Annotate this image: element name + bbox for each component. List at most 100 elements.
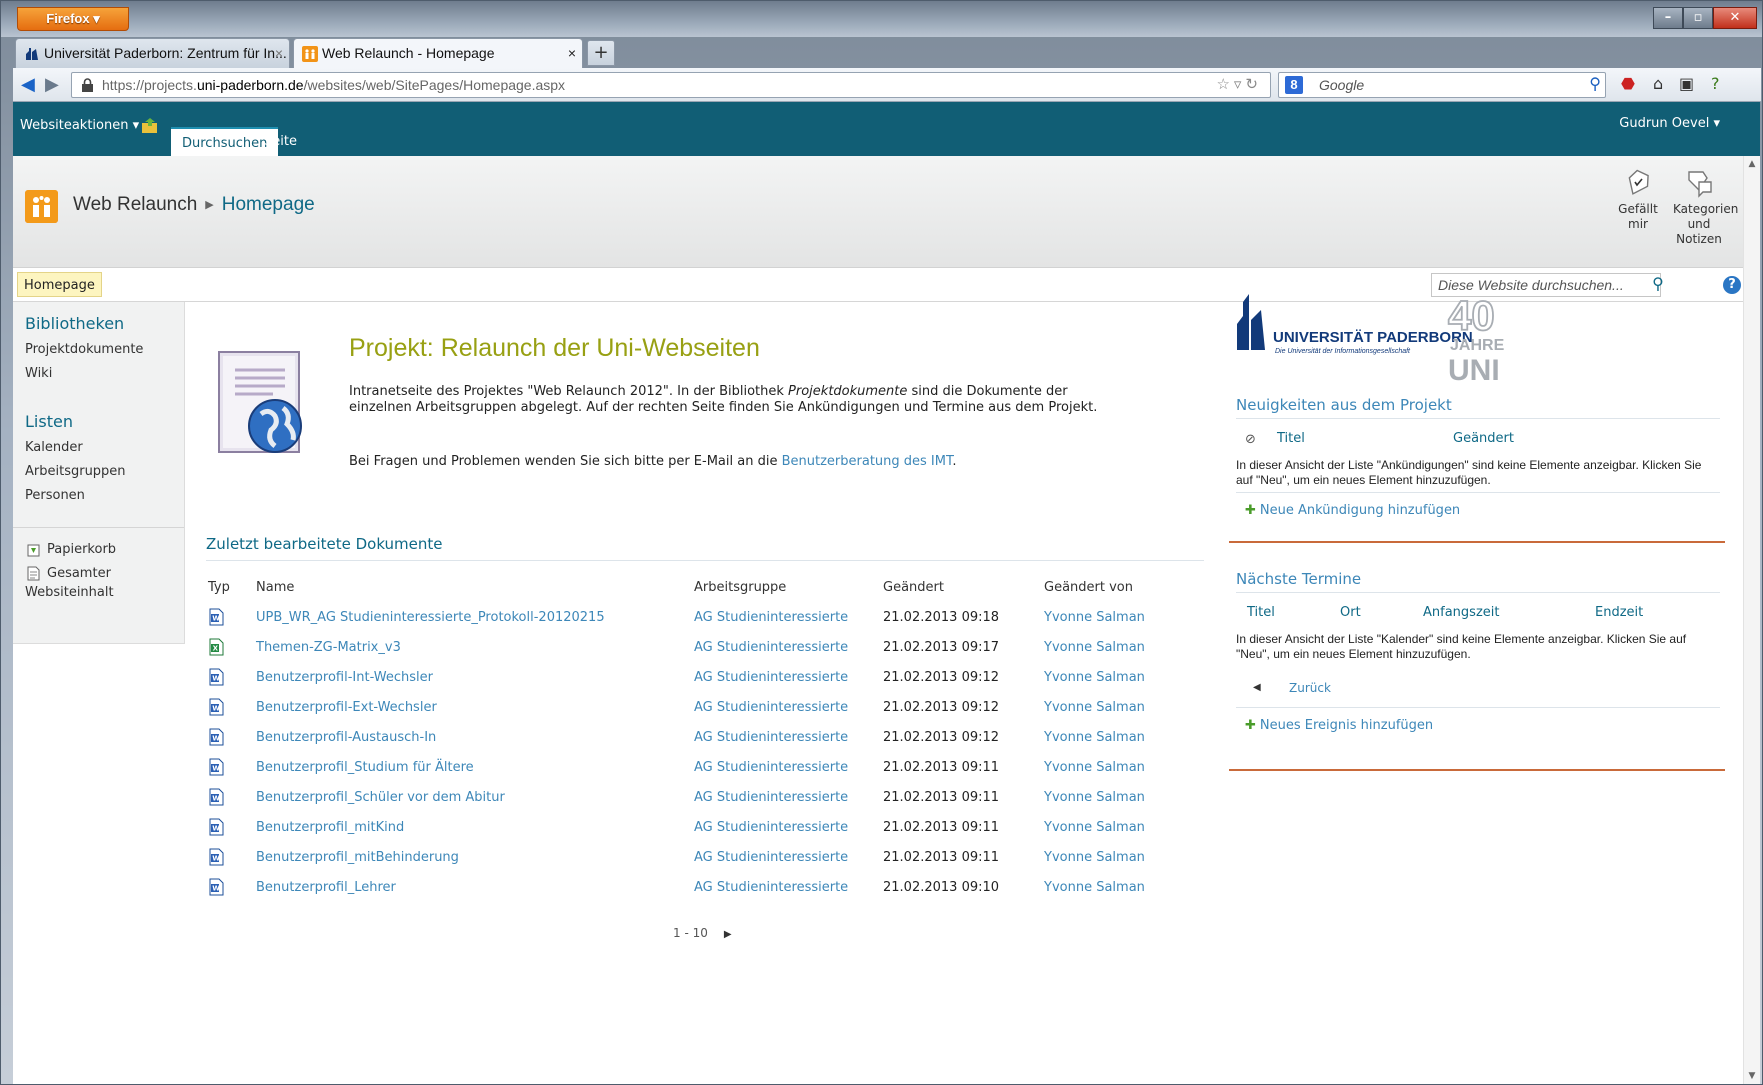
bookmarks-icon[interactable]: ▣	[1679, 74, 1694, 96]
doc-group-link[interactable]: AG Studieninteressierte	[692, 722, 881, 752]
events-column-location[interactable]: Ort	[1340, 605, 1361, 620]
tab-uni-paderborn[interactable]: Universität Paderborn: Zentrum für In...…	[15, 38, 290, 68]
next-page-icon[interactable]: ▶	[724, 929, 732, 940]
back-arrow-icon[interactable]: ◀	[21, 74, 35, 95]
doc-name-link[interactable]: Benutzerprofil-Ext-Wechsler	[254, 692, 692, 722]
doc-group-link[interactable]: AG Studieninteressierte	[692, 632, 881, 662]
events-column-end[interactable]: Endzeit	[1595, 605, 1643, 620]
doc-modified-by-link[interactable]: Yvonne Salman	[1042, 722, 1204, 752]
doc-name-link[interactable]: Benutzerprofil_Schüler vor dem Abitur	[254, 782, 692, 812]
close-icon[interactable]: ×	[568, 39, 576, 68]
column-header-type[interactable]: Typ	[206, 572, 254, 602]
doc-group-link[interactable]: AG Studieninteressierte	[692, 782, 881, 812]
doc-group-link[interactable]: AG Studieninteressierte	[692, 692, 881, 722]
ql-heading-lists[interactable]: Listen	[25, 412, 73, 431]
adblock-icon[interactable]: ⬣	[1621, 74, 1635, 96]
doc-type-cell[interactable]: W	[206, 752, 254, 782]
doc-group-link[interactable]: AG Studieninteressierte	[692, 812, 881, 842]
news-column-modified[interactable]: Geändert	[1453, 431, 1514, 446]
ql-item-personen[interactable]: Personen	[25, 488, 85, 503]
search-icon[interactable]: ⚲	[1647, 273, 1669, 297]
user-menu[interactable]: Gudrun Oevel ▾	[1619, 116, 1720, 131]
new-tab-button[interactable]: +	[587, 40, 615, 66]
events-column-start[interactable]: Anfangszeit	[1423, 605, 1499, 620]
scroll-up-icon[interactable]: ▲	[1744, 156, 1760, 172]
doc-name-link[interactable]: UPB_WR_AG Studieninteressierte_Protokoll…	[254, 602, 692, 632]
ql-heading-libraries[interactable]: Bibliotheken	[25, 314, 124, 333]
search-icon[interactable]: ⚲	[1589, 73, 1601, 97]
recent-docs-title[interactable]: Zuletzt bearbeitete Dokumente	[206, 535, 443, 553]
forward-arrow-icon[interactable]: ▶	[45, 74, 59, 95]
close-icon[interactable]: ×	[275, 39, 283, 68]
doc-modified-by-link[interactable]: Yvonne Salman	[1042, 692, 1204, 722]
doc-type-cell[interactable]: W	[206, 602, 254, 632]
nav-item-homepage[interactable]: Homepage	[17, 272, 102, 297]
doc-modified-by-link[interactable]: Yvonne Salman	[1042, 872, 1204, 902]
doc-group-link[interactable]: AG Studieninteressierte	[692, 872, 881, 902]
doc-group-link[interactable]: AG Studieninteressierte	[692, 662, 881, 692]
doc-name-link[interactable]: Benutzerprofil-Int-Wechsler	[254, 662, 692, 692]
doc-modified-by-link[interactable]: Yvonne Salman	[1042, 662, 1204, 692]
scroll-down-icon[interactable]: ▼	[1744, 1068, 1760, 1084]
breadcrumb-site[interactable]: Web Relaunch	[73, 194, 197, 215]
ql-item-websiteinhalt[interactable]: Websiteinhalt	[25, 585, 114, 600]
column-header-name[interactable]: Name	[254, 572, 692, 602]
browser-search-input[interactable]: 8 Google ⚲	[1278, 72, 1606, 98]
doc-type-cell[interactable]: W	[206, 722, 254, 752]
add-event-link[interactable]: ✚ Neues Ereignis hinzufügen	[1245, 718, 1433, 733]
like-button[interactable]: Gefällt mir	[1611, 168, 1665, 232]
doc-type-cell[interactable]: X	[206, 632, 254, 662]
doc-name-link[interactable]: Benutzerprofil_mitKind	[254, 812, 692, 842]
ql-item-gesamter[interactable]: Gesamter	[47, 566, 111, 581]
doc-name-link[interactable]: Benutzerprofil_mitBehinderung	[254, 842, 692, 872]
tags-notes-button[interactable]: Kategorien und Notizen	[1673, 168, 1738, 247]
column-header-modified[interactable]: Geändert	[881, 572, 1042, 602]
back-link[interactable]: Zurück	[1289, 681, 1331, 695]
news-title[interactable]: Neuigkeiten aus dem Projekt	[1236, 396, 1452, 414]
minimize-button[interactable]: –	[1653, 7, 1683, 29]
ql-item-wiki[interactable]: Wiki	[25, 366, 52, 381]
ql-item-projektdokumente[interactable]: Projektdokumente	[25, 342, 143, 357]
doc-type-cell[interactable]: W	[206, 842, 254, 872]
doc-modified-by-link[interactable]: Yvonne Salman	[1042, 842, 1204, 872]
doc-modified-by-link[interactable]: Yvonne Salman	[1042, 752, 1204, 782]
chevron-left-icon[interactable]: ◀	[1253, 682, 1261, 693]
column-header-modified-by[interactable]: Geändert von	[1042, 572, 1204, 602]
column-header-group[interactable]: Arbeitsgruppe	[692, 572, 881, 602]
tab-web-relaunch[interactable]: Web Relaunch - Homepage ×	[293, 38, 583, 68]
bookmark-star-icon[interactable]: ☆▿↻	[1216, 73, 1262, 97]
events-title[interactable]: Nächste Termine	[1236, 570, 1361, 588]
help-icon[interactable]: ?	[1723, 276, 1741, 294]
ql-item-papierkorb[interactable]: Papierkorb	[47, 542, 116, 557]
vertical-scrollbar[interactable]: ▲ ▼	[1743, 156, 1760, 1084]
doc-type-cell[interactable]: W	[206, 692, 254, 722]
doc-name-link[interactable]: Benutzerprofil_Lehrer	[254, 872, 692, 902]
url-bar[interactable]: https://projects.uni-paderborn.de/websit…	[71, 72, 1271, 98]
doc-type-cell[interactable]: W	[206, 662, 254, 692]
doc-type-cell[interactable]: W	[206, 872, 254, 902]
site-actions-menu[interactable]: Websiteaktionen ▾	[20, 118, 139, 133]
navigate-up-icon[interactable]	[141, 117, 159, 135]
doc-name-link[interactable]: Benutzerprofil-Austausch-In	[254, 722, 692, 752]
close-window-button[interactable]: ✕	[1713, 7, 1757, 29]
maximize-button[interactable]: ▫	[1683, 7, 1713, 29]
doc-group-link[interactable]: AG Studieninteressierte	[692, 752, 881, 782]
doc-group-link[interactable]: AG Studieninteressierte	[692, 842, 881, 872]
home-icon[interactable]: ⌂	[1653, 74, 1663, 96]
events-column-title[interactable]: Titel	[1247, 605, 1275, 620]
ql-item-arbeitsgruppen[interactable]: Arbeitsgruppen	[25, 464, 126, 479]
support-link[interactable]: Benutzerberatung des IMT	[782, 454, 953, 469]
doc-modified-by-link[interactable]: Yvonne Salman	[1042, 602, 1204, 632]
doc-modified-by-link[interactable]: Yvonne Salman	[1042, 812, 1204, 842]
add-announcement-link[interactable]: ✚ Neue Ankündigung hinzufügen	[1245, 503, 1460, 518]
news-column-title[interactable]: Titel	[1277, 431, 1305, 446]
tab-page[interactable]: Seite	[253, 127, 308, 156]
doc-name-link[interactable]: Benutzerprofil_Studium für Ältere	[254, 752, 692, 782]
firefox-menu-button[interactable]: Firefox ▾	[17, 7, 129, 31]
help-addon-icon[interactable]: ?	[1711, 74, 1720, 96]
doc-modified-by-link[interactable]: Yvonne Salman	[1042, 632, 1204, 662]
doc-group-link[interactable]: AG Studieninteressierte	[692, 602, 881, 632]
doc-name-link[interactable]: Themen-ZG-Matrix_v3	[254, 632, 692, 662]
doc-modified-by-link[interactable]: Yvonne Salman	[1042, 782, 1204, 812]
doc-type-cell[interactable]: W	[206, 812, 254, 842]
